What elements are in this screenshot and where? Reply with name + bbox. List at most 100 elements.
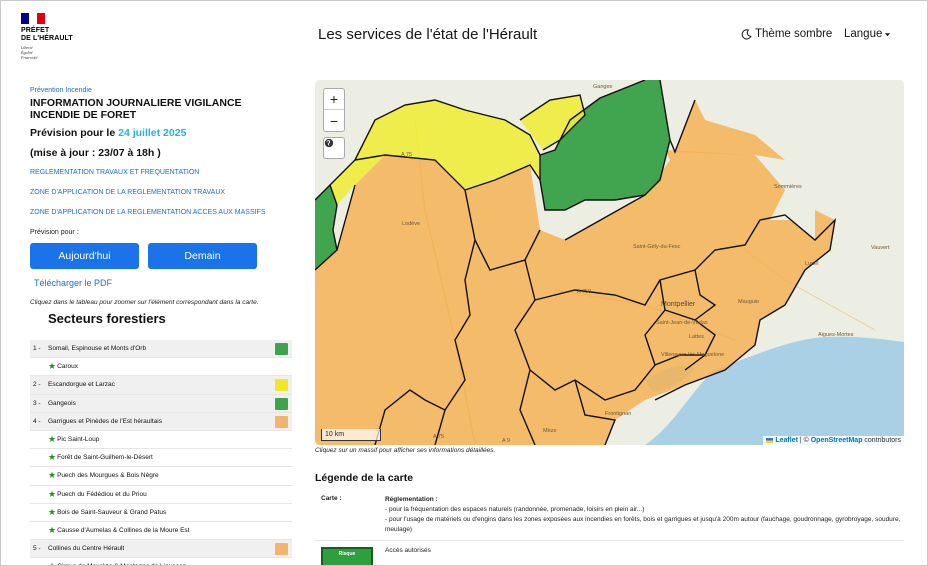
zoom-control: + − bbox=[323, 88, 345, 132]
kicker-text: Prévention Incendie bbox=[30, 87, 92, 94]
sector-row[interactable]: 3 - Gangeois bbox=[30, 394, 292, 413]
vigilance-map[interactable]: Ganges A 75 Sommières Lodève Saint-Gély-du-F… bbox=[315, 80, 904, 445]
flag-icon bbox=[766, 437, 774, 443]
map-place-label: A 75 bbox=[401, 152, 413, 158]
sector-label: Causse d'Aumelas & Collines de la Moure … bbox=[57, 526, 190, 534]
sector-label: Puech des Mourgues & Bois Nègre bbox=[57, 472, 159, 480]
dark-theme-button[interactable]: Thème sombre bbox=[741, 28, 832, 40]
download-pdf-link[interactable]: Télécharger le PDF bbox=[34, 278, 292, 288]
legend-title: Légende de la carte bbox=[315, 472, 414, 484]
sector-label: Garrigues et Pinèdes de l'Est héraultais bbox=[48, 417, 162, 425]
dark-theme-label: Thème sombre bbox=[755, 28, 833, 40]
link-reglementation-travaux-frequentation[interactable]: REGLEMENTATION TRAVAUX ET FREQUENTATION bbox=[30, 169, 292, 176]
update-time: (mise à jour : 23/07 à 18h ) bbox=[30, 147, 161, 159]
sector-subitem[interactable]: ★ Bois de Saint-Sauveur & Grand Patus bbox=[30, 504, 292, 522]
sector-label: Gangeois bbox=[48, 399, 76, 407]
sector-row[interactable]: 1 - Somail, Espinouse et Monts d'Orb bbox=[30, 340, 292, 359]
locate-button[interactable] bbox=[323, 137, 345, 159]
language-dropdown[interactable]: Langue bbox=[844, 28, 891, 40]
sector-subitem[interactable]: ★ Forêt de Saint-Guilhem-le-Désert bbox=[30, 449, 292, 468]
sector-label: Puech du Fédédiou et du Priou bbox=[57, 490, 147, 498]
sector-number: 1 - bbox=[33, 345, 41, 353]
map-place-label: Ganges bbox=[593, 84, 613, 90]
risk-level-swatch bbox=[275, 397, 288, 410]
today-button[interactable]: Aujourd'hui bbox=[30, 243, 139, 269]
zoom-in-button[interactable]: + bbox=[324, 89, 344, 110]
map-place-label: A 9 bbox=[502, 438, 510, 444]
sector-label: Pic Saint-Loup bbox=[57, 436, 100, 444]
map-place-label: Frontignan bbox=[605, 411, 632, 417]
sector-subitem[interactable]: ★Cirque de Mourèze & Montagne de Liausso… bbox=[30, 558, 292, 565]
map-hint: Cliquez sur un massif pour afficher ses … bbox=[315, 447, 496, 454]
osm-link[interactable]: OpenStreetMap bbox=[811, 437, 863, 444]
sectors-title: Secteurs forestiers bbox=[48, 311, 166, 326]
map-place-label: Saint-Gély-du-Fesc bbox=[633, 244, 681, 250]
sector-row[interactable]: 5 - Collines du Centre Hérault bbox=[30, 540, 292, 559]
legend-green-text: Accès autorisés bbox=[385, 547, 431, 554]
sector-label: Collines du Centre Hérault bbox=[48, 545, 125, 553]
sector-row[interactable]: 4 - Garrigues et Pinèdes de l'Est hérault… bbox=[30, 412, 292, 431]
map-place-label: Saint-Jean-de-Védas bbox=[656, 320, 708, 326]
forecast-line: Prévision pour le 24 juillet 2025 bbox=[30, 127, 187, 139]
sector-number: 4 - bbox=[33, 417, 41, 425]
risk-level-swatch bbox=[275, 415, 288, 428]
map-place-label: Montpellier bbox=[661, 301, 696, 308]
prevision-label: Prévision pour : bbox=[30, 229, 79, 236]
map-scale: 10 km bbox=[321, 429, 381, 441]
tomorrow-button[interactable]: Demain bbox=[148, 243, 257, 269]
sector-subitem[interactable]: ★ Causse d'Aumelas & Collines de la Moure… bbox=[30, 522, 292, 541]
forecast-date: 24 juillet 2025 bbox=[118, 127, 187, 139]
globe-icon bbox=[324, 138, 334, 148]
sector-label: Escandorgue et Larzac bbox=[48, 381, 115, 389]
leaflet-link[interactable]: Leaflet bbox=[775, 437, 798, 444]
risk-level-swatch bbox=[275, 543, 288, 556]
link-zone-reglementation-travaux[interactable]: ZONE D'APPLICATION DE LA REGLEMENTATION … bbox=[30, 189, 292, 196]
sector-label: Forêt de Saint-Guilhem-le-Désert bbox=[57, 454, 153, 462]
map-place-label: Sommières bbox=[774, 184, 802, 190]
sector-label: Bois de Saint-Sauveur & Grand Patus bbox=[57, 508, 167, 516]
star-icon: ★ bbox=[48, 470, 57, 481]
link-zone-reglementation-acces[interactable]: ZONE D'APPLICATION DE LA REGLEMENTATION … bbox=[30, 209, 292, 216]
sector-number: 5 - bbox=[33, 545, 41, 553]
sector-number: 2 - bbox=[33, 381, 41, 389]
zoom-out-button[interactable]: − bbox=[324, 110, 344, 131]
info-title: INFORMATION JOURNALIERE VIGILANCE INCEND… bbox=[30, 97, 242, 121]
map-attribution: Leaflet | © OpenStreetMap contributors bbox=[763, 436, 904, 445]
sector-subitem[interactable]: ★ Puech des Mourgues & Bois Nègre bbox=[30, 467, 292, 486]
legend-row-carte: Carte : Réglementation : - pour la fréqu… bbox=[315, 495, 904, 541]
moon-icon bbox=[741, 28, 752, 39]
legend-value-reglementation: Réglementation : - pour la fréquentation… bbox=[385, 496, 901, 533]
day-selector: Aujourd'hui Demain bbox=[30, 243, 292, 269]
star-icon: ★ bbox=[48, 452, 57, 463]
site-title[interactable]: Les services de l'état de l'Hérault bbox=[318, 26, 537, 43]
vigilance-panel: Prévention Incendie INFORMATION JOURNALI… bbox=[30, 87, 292, 326]
page-frame: PRÉFET DE L'HÉRAULT Liberté Égalité Frat… bbox=[0, 0, 928, 566]
sector-subitem[interactable]: ★ Caroux bbox=[30, 358, 292, 377]
sectors-table: 1 - Somail, Espinouse et Monts d'Orb ★ Caro… bbox=[30, 340, 292, 565]
map-place-label: Vauvert bbox=[871, 245, 890, 251]
sector-label: Caroux bbox=[57, 363, 79, 371]
sector-subitem[interactable]: ★ Pic Saint-Loup bbox=[30, 431, 292, 450]
sector-number: 3 - bbox=[33, 399, 41, 407]
logo-name-line2: DE L'HÉRAULT bbox=[21, 35, 73, 42]
table-hint: Cliquez dans le tableau pour zoomer sur … bbox=[30, 299, 259, 306]
map-place-label: Mauguio bbox=[738, 299, 760, 305]
star-icon: ★ bbox=[48, 562, 56, 565]
logo-motto: Liberté Égalité Fraternité bbox=[21, 45, 38, 60]
logo-name-line1: PRÉFET bbox=[21, 27, 50, 34]
sector-subitem[interactable]: ★ Puech du Fédédiou et du Priou bbox=[30, 486, 292, 504]
star-icon: ★ bbox=[48, 361, 57, 372]
map-place-label: Villeneuve-lès-Maguelone bbox=[661, 352, 725, 358]
map-place-label: Lattes bbox=[689, 334, 704, 340]
map-place-label: Lodève bbox=[402, 221, 421, 227]
french-flag-icon bbox=[21, 13, 45, 24]
map-place-label: A 75 bbox=[433, 434, 445, 440]
sector-row[interactable]: 2 - Escandorgue et Larzac bbox=[30, 376, 292, 395]
risk-level-swatch bbox=[275, 379, 288, 392]
language-label: Langue bbox=[844, 28, 883, 40]
map-place-label: Lunel bbox=[805, 261, 819, 267]
map-place-label: Aigues-Mortes bbox=[818, 332, 854, 338]
prefecture-logo[interactable]: PRÉFET DE L'HÉRAULT Liberté Égalité Frat… bbox=[21, 13, 93, 60]
map-place-label: Mèze bbox=[543, 428, 557, 434]
legend-key-carte: Carte : bbox=[321, 495, 342, 502]
